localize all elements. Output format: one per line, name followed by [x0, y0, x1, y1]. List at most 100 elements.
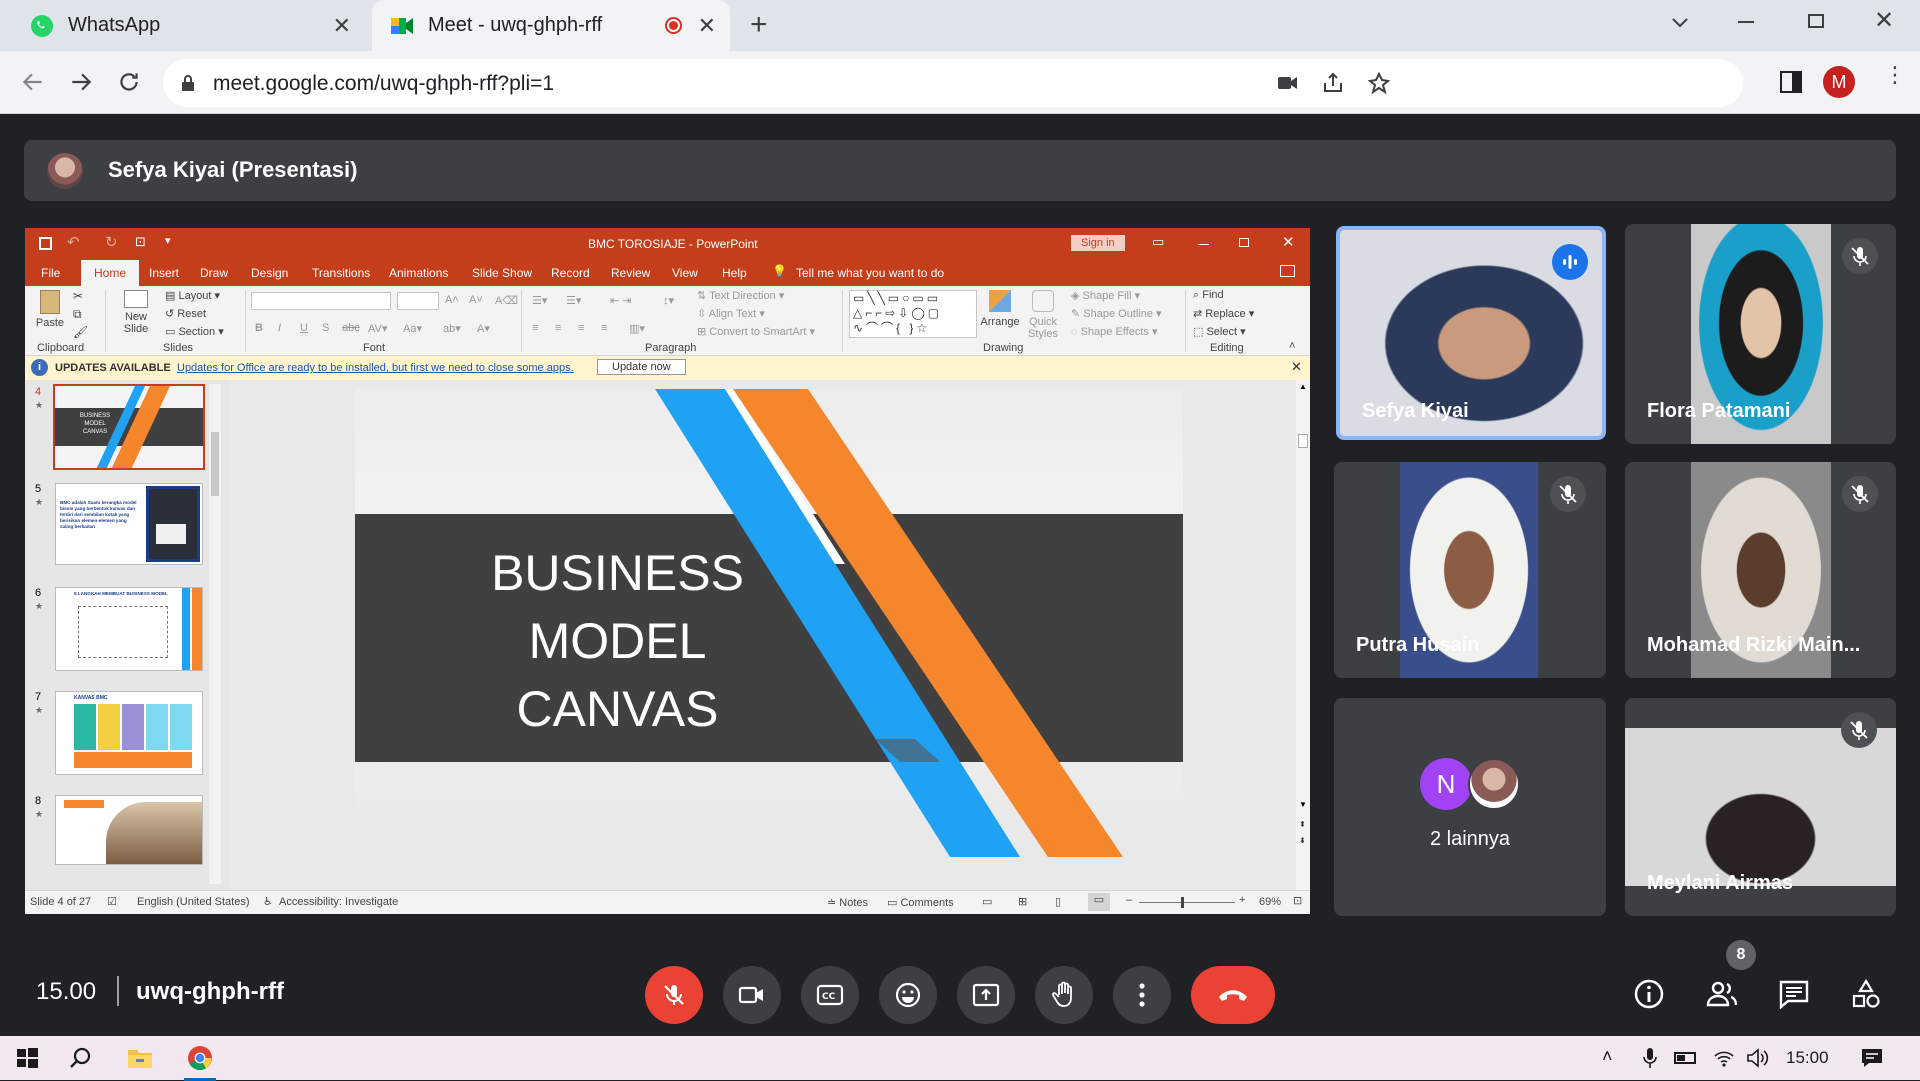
find-button[interactable]: ⌕ Find — [1193, 289, 1224, 302]
browser-menu-icon[interactable]: ⋮ — [1884, 64, 1906, 86]
update-now-button[interactable]: Update now — [597, 359, 686, 375]
zoom-in-icon[interactable]: + — [1239, 894, 1245, 906]
share-icon[interactable] — [1321, 71, 1345, 95]
menu-review[interactable]: Review — [611, 266, 650, 280]
comments-button[interactable]: ▭ Comments — [887, 896, 954, 909]
cut-icon[interactable]: ✂ — [73, 289, 83, 303]
taskbar-search-button[interactable] — [63, 1040, 99, 1076]
shape-fill-button[interactable]: ◈ Shape Fill ▾ — [1071, 289, 1140, 302]
menu-home[interactable]: Home — [81, 260, 139, 286]
select-button[interactable]: ⬚ Select ▾ — [1193, 325, 1246, 338]
menu-view[interactable]: View — [672, 266, 698, 280]
menu-slide-show[interactable]: Slide Show — [472, 266, 532, 280]
people-button[interactable] — [1700, 972, 1744, 1016]
sign-in-button[interactable]: Sign in — [1071, 235, 1125, 251]
normal-view-icon[interactable]: ▭ — [982, 895, 992, 908]
slide-sorter-icon[interactable]: ⊞ — [1018, 895, 1027, 908]
convert-smartart-button[interactable]: ⊞ Convert to SmartArt ▾ — [697, 325, 815, 338]
thumbnail-5[interactable]: 5 ★ BMC adalah Suatu kerangka model bisn… — [25, 483, 205, 565]
section-button[interactable]: ▭ Section ▾ — [165, 325, 224, 338]
justify-icon[interactable]: ≡ — [601, 322, 607, 334]
side-panel-icon[interactable] — [1780, 71, 1802, 93]
more-options-button[interactable] — [1113, 966, 1171, 1024]
menu-record[interactable]: Record — [551, 266, 590, 280]
reset-button[interactable]: ↺ Reset — [165, 307, 206, 320]
start-button[interactable] — [9, 1040, 45, 1076]
menu-transitions[interactable]: Transitions — [312, 266, 370, 280]
language-status[interactable]: English (United States) — [137, 896, 250, 908]
notifications-icon[interactable] — [1860, 1047, 1884, 1069]
new-tab-button[interactable]: + — [750, 8, 768, 42]
file-explorer-button[interactable] — [122, 1040, 158, 1076]
tab-meet[interactable]: Meet - uwq-ghph-rff ✕ — [372, 0, 730, 51]
font-name-box[interactable] — [251, 292, 391, 310]
align-text-button[interactable]: ⇳ Align Text ▾ — [697, 307, 765, 320]
reactions-button[interactable] — [879, 966, 937, 1024]
zoom-level[interactable]: 69% — [1259, 896, 1281, 908]
mic-toggle-button[interactable] — [645, 966, 703, 1024]
spellcheck-icon[interactable]: ☑ — [107, 895, 117, 908]
thumbnail-6[interactable]: 6 ★ 9 LANGKAH MEMBUAT BUSINESS MODEL — [25, 587, 205, 675]
close-tab-icon[interactable]: ✕ — [333, 13, 351, 39]
reading-view-icon[interactable]: ▯ — [1055, 895, 1061, 908]
restore-window-icon[interactable] — [1808, 14, 1824, 28]
align-center-icon[interactable]: ≡ — [555, 322, 561, 334]
ppt-close-icon[interactable]: ✕ — [1282, 233, 1295, 251]
underline-icon[interactable]: U — [300, 322, 308, 334]
current-slide[interactable]: BUSINESS MODEL CANVAS — [355, 389, 1183, 857]
italic-icon[interactable]: I — [278, 322, 281, 334]
volume-icon[interactable] — [1746, 1048, 1770, 1068]
shape-effects-button[interactable]: ◌ Shape Effects ▾ — [1071, 325, 1157, 338]
align-right-icon[interactable]: ≡ — [578, 322, 584, 334]
update-message-link[interactable]: Updates for Office are ready to be insta… — [177, 362, 574, 374]
present-button[interactable] — [957, 966, 1015, 1024]
arrange-button[interactable]: Arrange — [980, 290, 1020, 328]
numbering-icon[interactable]: ☰▾ — [566, 294, 581, 307]
clear-format-icon[interactable]: A⌫ — [495, 294, 518, 307]
menu-help[interactable]: Help — [722, 266, 747, 280]
chrome-taskbar-button[interactable] — [178, 1040, 222, 1081]
customize-toolbar-icon[interactable]: ▾ — [165, 234, 171, 247]
activities-button[interactable] — [1844, 972, 1888, 1016]
highlight-icon[interactable]: ab▾ — [443, 322, 461, 335]
wifi-icon[interactable] — [1713, 1048, 1735, 1068]
bold-icon[interactable]: B — [255, 322, 263, 334]
participant-tile[interactable]: Putra Husain — [1334, 462, 1606, 678]
slideshow-view-icon[interactable]: ▭ — [1088, 893, 1110, 911]
text-direction-button[interactable]: ⇅ Text Direction ▾ — [697, 289, 784, 302]
shapes-gallery[interactable]: ▭╲╲▭○▭▭ △⌐⌐⇨⇩◯▢ ∿⌒⌒{ }☆ — [849, 290, 977, 338]
copy-icon[interactable]: ⧉ — [73, 307, 82, 322]
columns-icon[interactable]: ▥▾ — [629, 322, 645, 335]
thumbnail-8[interactable]: 8 ★ — [25, 795, 205, 883]
quick-styles-button[interactable]: Quick Styles — [1025, 290, 1061, 340]
notes-button[interactable]: ≐ Notes — [827, 896, 868, 909]
font-size-box[interactable] — [397, 292, 439, 310]
reload-icon[interactable] — [116, 69, 142, 95]
zoom-slider[interactable] — [1139, 897, 1235, 908]
camera-toggle-button[interactable] — [723, 966, 781, 1024]
spacing-icon[interactable]: AV▾ — [368, 322, 387, 335]
menu-file[interactable]: File — [41, 266, 60, 280]
participant-tile-others[interactable]: N 2 lainnya — [1334, 698, 1606, 916]
thumbnail-4[interactable]: 4 ★ BUSINESS MODEL CANVAS — [25, 380, 205, 475]
paste-button[interactable]: Paste — [35, 290, 65, 329]
show-hidden-icons[interactable]: ˄ — [1602, 1046, 1613, 1067]
shape-outline-button[interactable]: ✎ Shape Outline ▾ — [1071, 307, 1162, 320]
menu-draw[interactable]: Draw — [200, 266, 228, 280]
bookmark-star-icon[interactable] — [1367, 71, 1391, 95]
back-icon[interactable] — [20, 69, 46, 95]
participant-tile[interactable]: Mohamad Rizki Main... — [1625, 462, 1896, 678]
comments-pane-icon[interactable] — [1280, 265, 1295, 277]
strikethrough-icon[interactable]: abc — [342, 322, 360, 334]
redo-icon[interactable]: ↻ — [105, 233, 118, 251]
shrink-font-icon[interactable]: A˅ — [469, 294, 483, 306]
address-bar[interactable]: meet.google.com/uwq-ghph-rff?pli=1 — [163, 59, 1743, 107]
replace-button[interactable]: ⇄ Replace ▾ — [1193, 307, 1254, 320]
close-tab-icon[interactable]: ✕ — [698, 13, 716, 39]
zoom-out-icon[interactable]: – — [1126, 894, 1132, 906]
ribbon-display-icon[interactable]: ▭ — [1152, 234, 1164, 250]
collapse-ribbon-icon[interactable]: ˄ — [1289, 340, 1295, 352]
participant-tile[interactable]: Flora Patamani — [1625, 224, 1896, 444]
line-spacing-icon[interactable]: ↕▾ — [663, 294, 674, 307]
microphone-tray-icon[interactable] — [1643, 1047, 1657, 1069]
